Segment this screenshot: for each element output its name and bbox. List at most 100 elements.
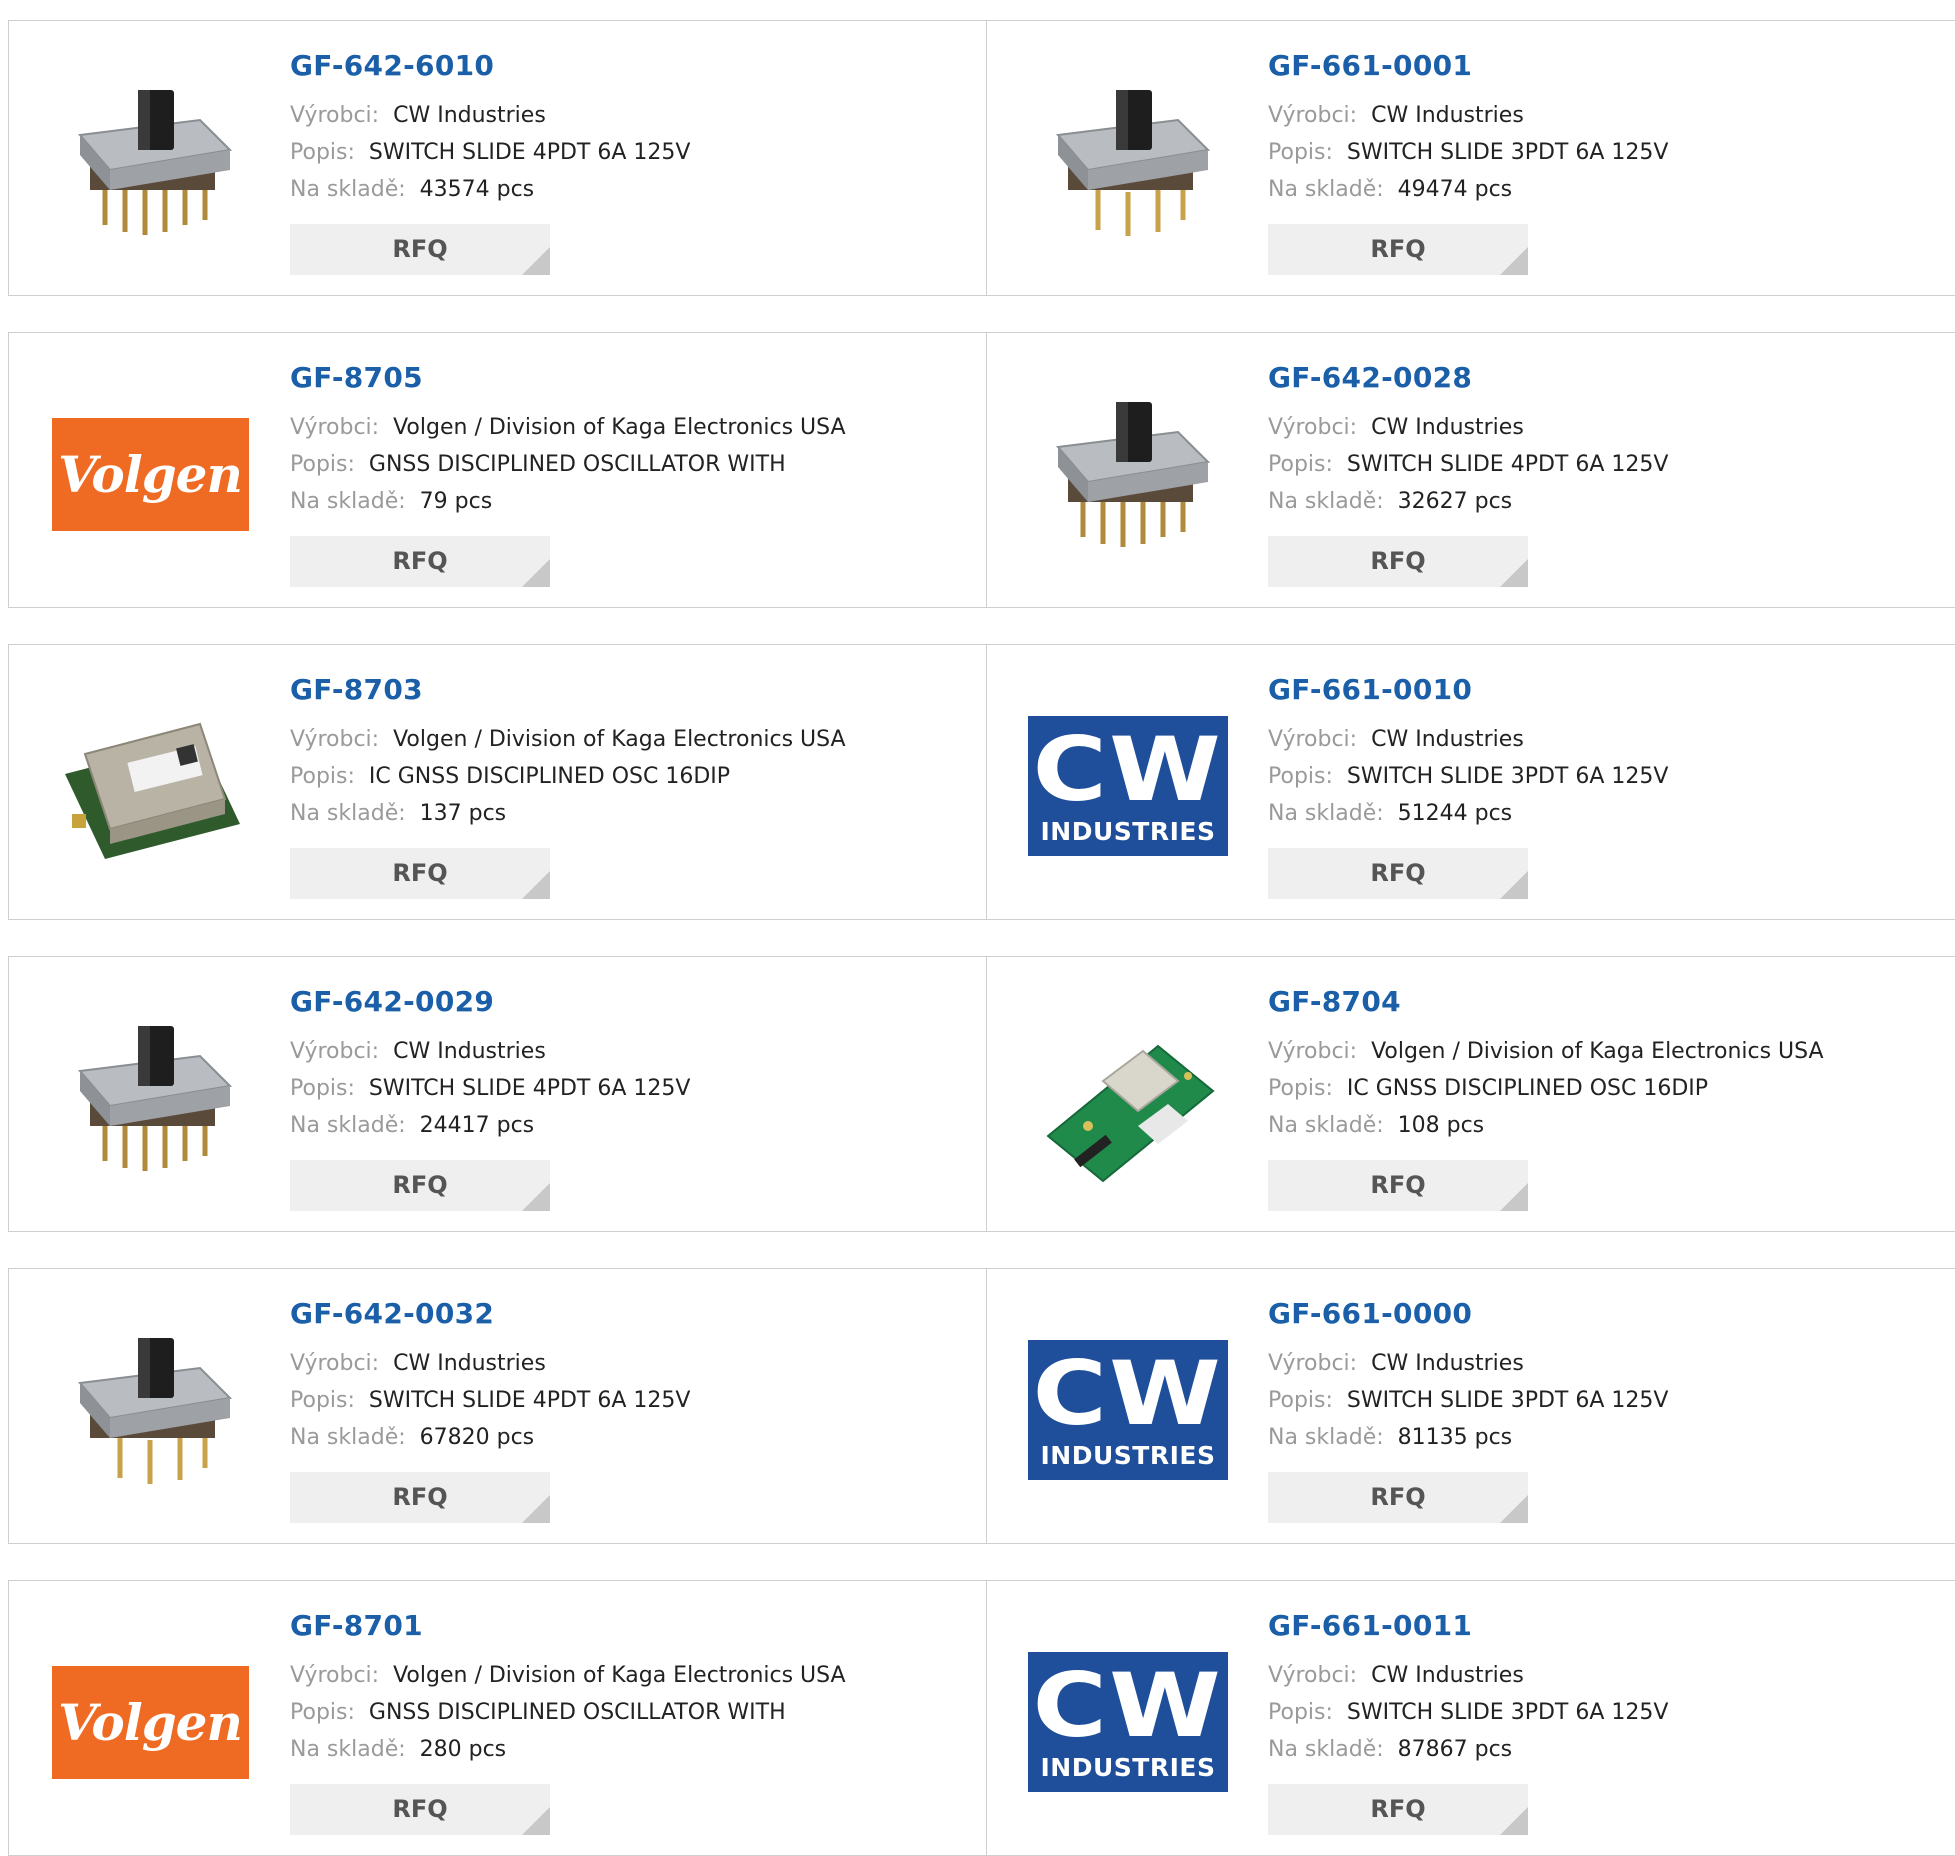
rfq-button[interactable]: RFQ — [290, 1784, 550, 1835]
stock-value: 137 pcs — [419, 801, 507, 826]
part-number-link[interactable]: GF-642-0028 — [1268, 361, 1472, 394]
part-number-link[interactable]: GF-8704 — [1268, 985, 1401, 1018]
cw-industries-logo: CW INDUSTRIES — [1028, 1340, 1228, 1480]
manufacturer-value: CW Industries — [1371, 1663, 1524, 1688]
stock-label: Na skladě: — [290, 1737, 406, 1762]
manufacturer-row: Výrobci: CW Industries — [1268, 103, 1524, 128]
stock-label: Na skladě: — [1268, 489, 1384, 514]
product-thumbnail[interactable] — [50, 686, 250, 886]
description-value: IC GNSS DISCIPLINED OSC 16DIP — [1346, 1076, 1709, 1101]
cw-logo-subtext: INDUSTRIES — [1040, 1441, 1216, 1470]
description-value: SWITCH SLIDE 4PDT 6A 125V — [368, 1388, 691, 1413]
product-thumbnail[interactable] — [50, 998, 250, 1198]
rfq-corner-decoration — [522, 559, 550, 587]
description-row: Popis: IC GNSS DISCIPLINED OSC 16DIP — [290, 764, 730, 789]
part-number-link[interactable]: GF-661-0000 — [1268, 1297, 1472, 1330]
stock-row: Na skladě: 51244 pcs — [1268, 801, 1512, 826]
rfq-corner-decoration — [522, 1807, 550, 1835]
description-row: Popis: GNSS DISCIPLINED OSCILLATOR WITH — [290, 1700, 786, 1725]
rfq-button[interactable]: RFQ — [1268, 1784, 1528, 1835]
rfq-button[interactable]: RFQ — [290, 1472, 550, 1523]
description-label: Popis: — [1268, 764, 1333, 789]
description-value: IC GNSS DISCIPLINED OSC 16DIP — [368, 764, 731, 789]
stock-label: Na skladě: — [1268, 801, 1384, 826]
description-row: Popis: SWITCH SLIDE 3PDT 6A 125V — [1268, 1700, 1668, 1725]
stock-row: Na skladě: 137 pcs — [290, 801, 506, 826]
manufacturer-row: Výrobci: CW Industries — [290, 1039, 546, 1064]
rfq-button-label: RFQ — [1370, 859, 1426, 887]
stock-row: Na skladě: 108 pcs — [1268, 1113, 1484, 1138]
stock-row: Na skladě: 49474 pcs — [1268, 177, 1512, 202]
rfq-button[interactable]: RFQ — [1268, 224, 1528, 275]
rfq-button[interactable]: RFQ — [290, 1160, 550, 1211]
rfq-button[interactable]: RFQ — [1268, 1472, 1528, 1523]
manufacturer-value: CW Industries — [1371, 415, 1524, 440]
description-label: Popis: — [290, 140, 355, 165]
stock-value: 24417 pcs — [419, 1113, 535, 1138]
pcb-module-photo — [1028, 996, 1228, 1200]
part-number-link[interactable]: GF-8705 — [290, 361, 423, 394]
description-value: SWITCH SLIDE 4PDT 6A 125V — [1346, 452, 1669, 477]
stock-row: Na skladě: 67820 pcs — [290, 1425, 534, 1450]
rfq-corner-decoration — [1500, 1183, 1528, 1211]
stock-value: 81135 pcs — [1397, 1425, 1513, 1450]
manufacturer-row: Výrobci: Volgen / Division of Kaga Electr… — [290, 415, 846, 440]
part-number-link[interactable]: GF-8703 — [290, 673, 423, 706]
product-thumbnail[interactable]: CW INDUSTRIES — [1028, 686, 1228, 886]
manufacturer-label: Výrobci: — [290, 1663, 380, 1688]
part-number-link[interactable]: GF-661-0010 — [1268, 673, 1472, 706]
manufacturer-label: Výrobci: — [290, 1039, 380, 1064]
description-label: Popis: — [1268, 1388, 1333, 1413]
rfq-button[interactable]: RFQ — [290, 224, 550, 275]
stock-value: 87867 pcs — [1397, 1737, 1513, 1762]
product-thumbnail[interactable]: Volgen — [50, 374, 250, 574]
rfq-button[interactable]: RFQ — [1268, 1160, 1528, 1211]
product-thumbnail[interactable] — [1028, 62, 1228, 262]
product-thumbnail[interactable]: CW INDUSTRIES — [1028, 1622, 1228, 1822]
description-value: SWITCH SLIDE 4PDT 6A 125V — [368, 1076, 691, 1101]
rfq-button-label: RFQ — [392, 235, 448, 263]
stock-label: Na skladě: — [290, 489, 406, 514]
description-value: SWITCH SLIDE 3PDT 6A 125V — [1346, 1388, 1669, 1413]
description-row: Popis: IC GNSS DISCIPLINED OSC 16DIP — [1268, 1076, 1708, 1101]
rfq-corner-decoration — [522, 247, 550, 275]
stock-row: Na skladě: 32627 pcs — [1268, 489, 1512, 514]
manufacturer-label: Výrobci: — [290, 1351, 380, 1376]
stock-row: Na skladě: 43574 pcs — [290, 177, 534, 202]
manufacturer-value: Volgen / Division of Kaga Electronics US… — [393, 415, 846, 440]
part-number-link[interactable]: GF-661-0011 — [1268, 1609, 1472, 1642]
rfq-button[interactable]: RFQ — [290, 848, 550, 899]
slide-switch-photo — [1028, 372, 1228, 576]
part-number-link[interactable]: GF-642-0029 — [290, 985, 494, 1018]
stock-value: 49474 pcs — [1397, 177, 1513, 202]
cw-industries-logo: CW INDUSTRIES — [1028, 716, 1228, 856]
description-label: Popis: — [290, 1700, 355, 1725]
description-label: Popis: — [1268, 1076, 1333, 1101]
volgen-logo: Volgen — [51, 417, 249, 531]
product-thumbnail[interactable] — [1028, 374, 1228, 574]
product-card: Volgen GF-8701 Výrobci: Volgen / Division… — [8, 1580, 987, 1856]
rfq-button[interactable]: RFQ — [1268, 848, 1528, 899]
product-thumbnail[interactable] — [1028, 998, 1228, 1198]
product-thumbnail[interactable] — [50, 1310, 250, 1510]
description-value: GNSS DISCIPLINED OSCILLATOR WITH — [368, 452, 786, 477]
product-thumbnail[interactable]: CW INDUSTRIES — [1028, 1310, 1228, 1510]
rfq-button[interactable]: RFQ — [1268, 536, 1528, 587]
oscillator-module-photo — [50, 684, 250, 888]
part-number-link[interactable]: GF-8701 — [290, 1609, 423, 1642]
manufacturer-row: Výrobci: Volgen / Division of Kaga Electr… — [290, 1663, 846, 1688]
description-row: Popis: SWITCH SLIDE 4PDT 6A 125V — [290, 1076, 690, 1101]
rfq-corner-decoration — [1500, 871, 1528, 899]
product-thumbnail[interactable] — [50, 62, 250, 262]
manufacturer-label: Výrobci: — [1268, 1351, 1358, 1376]
rfq-button-label: RFQ — [1370, 1795, 1426, 1823]
part-number-link[interactable]: GF-661-0001 — [1268, 49, 1472, 82]
product-card: GF-642-0029 Výrobci: CW Industries Popis:… — [8, 956, 987, 1232]
stock-label: Na skladě: — [1268, 177, 1384, 202]
stock-label: Na skladě: — [290, 1113, 406, 1138]
description-label: Popis: — [1268, 140, 1333, 165]
part-number-link[interactable]: GF-642-0032 — [290, 1297, 494, 1330]
rfq-button[interactable]: RFQ — [290, 536, 550, 587]
part-number-link[interactable]: GF-642-6010 — [290, 49, 494, 82]
product-thumbnail[interactable]: Volgen — [50, 1622, 250, 1822]
